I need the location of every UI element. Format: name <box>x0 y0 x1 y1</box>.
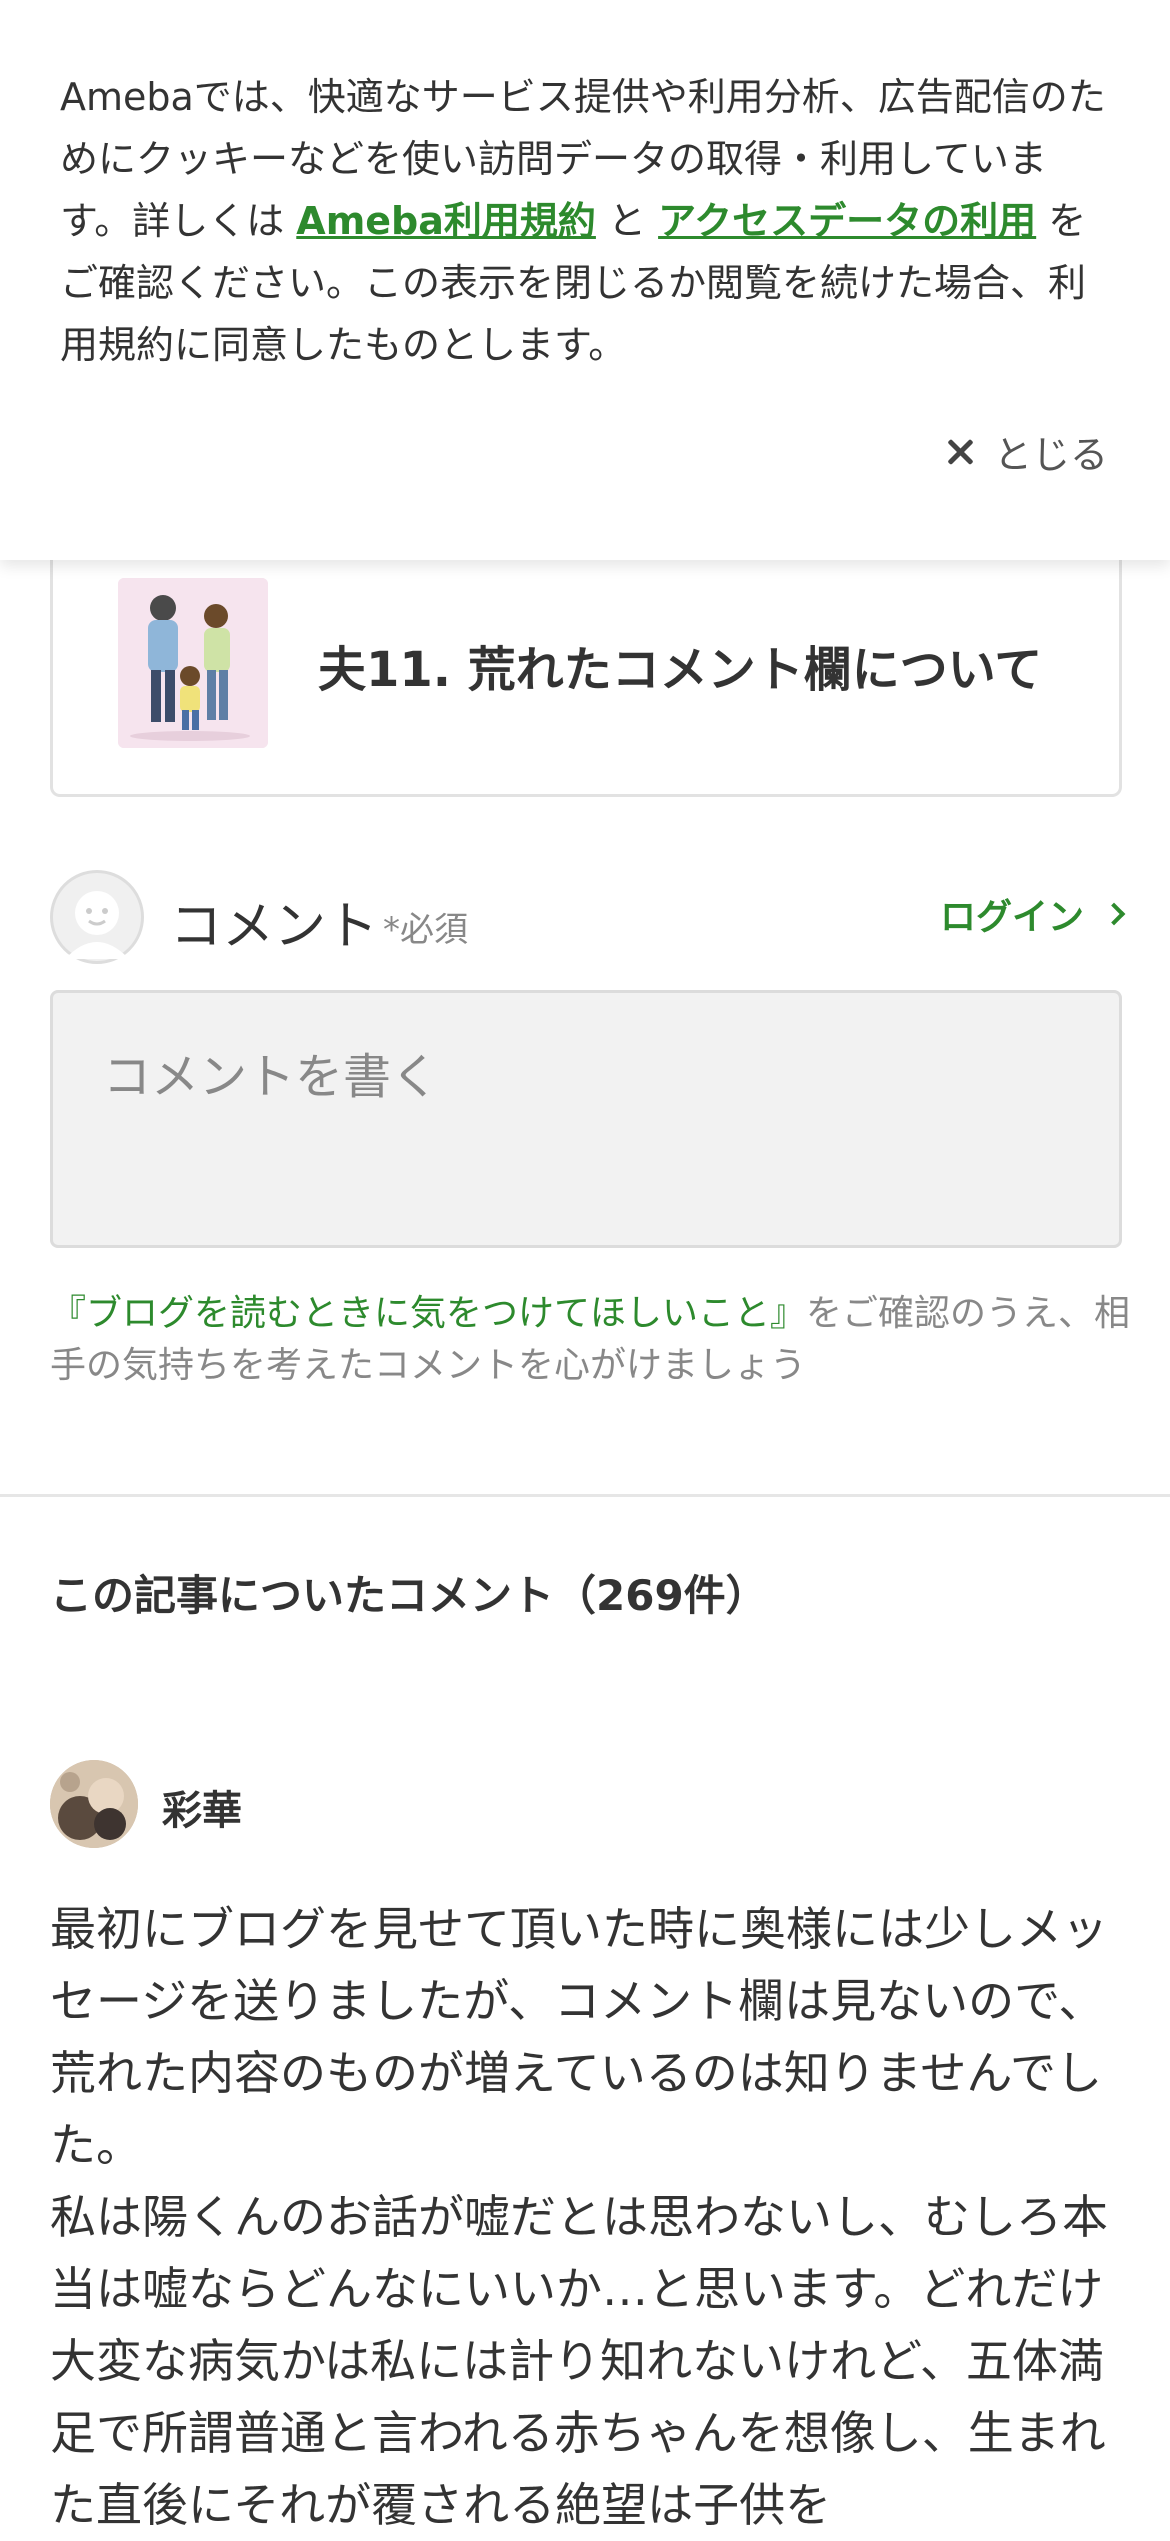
section-divider <box>0 1494 1170 1497</box>
default-avatar-icon <box>50 870 144 964</box>
cookie-close-label: とじる <box>993 433 1108 477</box>
required-label: *必須 <box>383 910 468 950</box>
article-card[interactable]: 夫11. 荒れたコメント欄について <box>50 520 1122 797</box>
login-link[interactable]: ログイン <box>939 888 1126 940</box>
comment-guideline: 『ブログを読むときに気をつけてほしいこと』をご確認のうえ、相手の気持ちを考えたコ… <box>50 1288 1140 1392</box>
commenter-name[interactable]: 彩華 <box>162 1778 242 1836</box>
cookie-consent-banner: Amebaでは、快適なサービス提供や利用分析、広告配信のためにクッキーなどを使い… <box>0 0 1170 560</box>
chevron-right-icon <box>1102 902 1126 926</box>
login-label: ログイン <box>939 897 1084 938</box>
commenter-avatar[interactable] <box>50 1760 138 1848</box>
cookie-close-button[interactable]: とじる <box>944 424 1108 479</box>
terms-link[interactable]: Ameba利用規約 <box>296 199 596 243</box>
comment-paragraph: 私は陽くんのお話が嘘だとは思わないし、むしろ本当は嘘ならどんなにいいか…と思いま… <box>50 2190 1108 2532</box>
comment-input[interactable] <box>50 990 1122 1248</box>
comment-form-header: コメント *必須 ログイン <box>50 870 1126 966</box>
comment-paragraph: 最初にブログを見せて頂いた時に奥様には少しメッセージを送りましたが、コメント欄は… <box>50 1902 1108 2172</box>
comment-label: コメント <box>170 897 379 957</box>
cookie-text-and: と <box>595 199 659 243</box>
article-thumbnail <box>118 578 268 748</box>
comments-heading: この記事についたコメント（269件） <box>50 1571 768 1620</box>
cookie-consent-text: Amebaでは、快適なサービス提供や利用分析、広告配信のためにクッキーなどを使い… <box>60 66 1110 376</box>
comment-body: 最初にブログを見せて頂いた時に奥様には少しメッセージを送りましたが、コメント欄は… <box>50 1893 1130 2541</box>
access-data-link[interactable]: アクセスデータの利用 <box>658 199 1036 243</box>
article-title: 夫11. 荒れたコメント欄について <box>318 642 1043 698</box>
guideline-link[interactable]: 『ブログを読むときに気をつけてほしいこと』 <box>50 1293 806 1334</box>
close-icon <box>944 436 976 468</box>
